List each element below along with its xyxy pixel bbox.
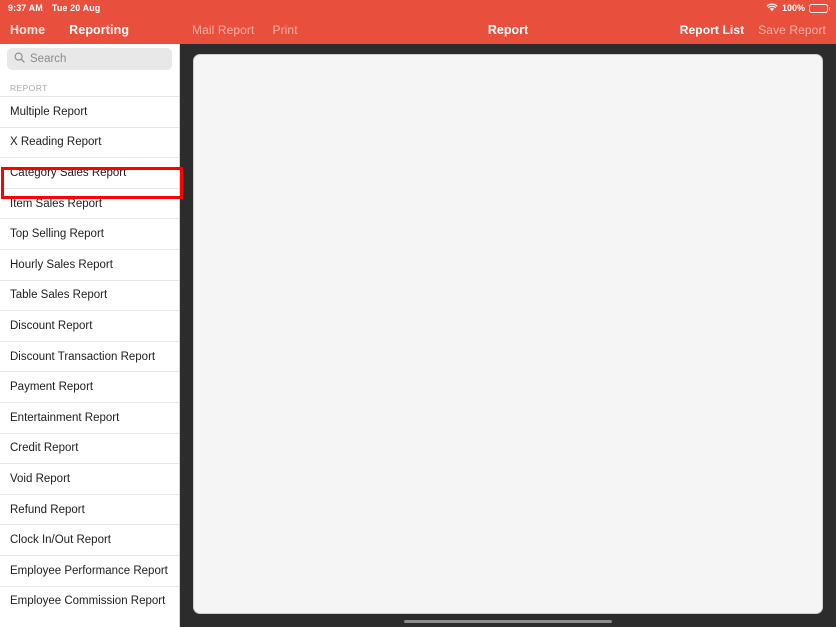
list-item-label: Employee Performance Report (10, 564, 168, 577)
list-item[interactable]: Void Report (0, 463, 179, 494)
print-button[interactable]: Print (272, 23, 297, 37)
list-item[interactable]: Top Selling Report (0, 218, 179, 249)
mail-report-button[interactable]: Mail Report (192, 23, 254, 37)
list-item-label: Top Selling Report (10, 228, 104, 241)
list-item-label: Entertainment Report (10, 411, 120, 424)
list-item-label: X Reading Report (10, 136, 102, 149)
wifi-icon (766, 3, 778, 14)
list-item-label: Clock In/Out Report (10, 534, 111, 547)
nav-reporting-title: Reporting (69, 23, 130, 37)
status-bar: 9:37 AM Tue 20 Aug 100% (0, 0, 836, 16)
list-item-label: Table Sales Report (10, 289, 108, 302)
report-list-button[interactable]: Report List (680, 23, 744, 37)
list-item[interactable]: Payment Report (0, 371, 179, 402)
navigation-bar-left: Home Reporting (0, 16, 180, 44)
status-bar-left: 9:37 AM Tue 20 Aug (8, 3, 100, 13)
list-item[interactable]: Credit Report (0, 432, 179, 464)
list-item[interactable]: Entertainment Report (0, 401, 179, 433)
report-content-panel (193, 54, 823, 614)
list-item-label: Credit Report (10, 442, 79, 455)
status-bar-right: 100% (766, 3, 830, 14)
list-item-label: Discount Report (10, 319, 93, 332)
main-content-area (180, 44, 836, 627)
list-item-category-sales-report[interactable]: Category Sales Report (0, 157, 179, 188)
list-item[interactable]: X Reading Report (0, 126, 179, 158)
list-item[interactable]: Employee Performance Report (0, 554, 179, 586)
list-item-label: Refund Report (10, 503, 85, 516)
nav-toolbar-right-group: Report List Save Report (680, 23, 826, 37)
list-item[interactable]: Table Sales Report (0, 279, 179, 311)
save-report-button[interactable]: Save Report (758, 23, 826, 37)
home-indicator[interactable] (404, 620, 612, 623)
status-time: 9:37 AM (8, 3, 43, 13)
list-item[interactable]: Multiple Report (0, 96, 179, 127)
nav-home-button[interactable]: Home (10, 23, 45, 37)
battery-percent-label: 100% (781, 3, 805, 13)
list-item-label: Payment Report (10, 381, 94, 394)
list-item[interactable]: Employee Commission Report (0, 585, 179, 617)
sidebar: Search REPORT Multiple Report X Reading … (0, 44, 180, 627)
battery-full-icon (809, 3, 830, 13)
list-item-label: Category Sales Report (10, 166, 127, 179)
list-item[interactable]: Clock In/Out Report (0, 524, 179, 555)
navigation-bar-right: Mail Report Print Report Report List Sav… (180, 16, 836, 44)
search-icon (14, 50, 25, 68)
list-item-label: Void Report (10, 472, 71, 485)
search-placeholder: Search (30, 53, 67, 65)
list-item-label: Hourly Sales Report (10, 258, 113, 271)
app-root: 9:37 AM Tue 20 Aug 100% Home Reporting M… (0, 0, 836, 627)
navigation-bar: Home Reporting Mail Report Print Report … (0, 16, 836, 44)
nav-toolbar-left-group: Mail Report Print (192, 23, 298, 37)
list-item[interactable]: Refund Report (0, 493, 179, 525)
list-item-label: Item Sales Report (10, 197, 103, 210)
list-item[interactable]: Hourly Sales Report (0, 248, 179, 280)
status-date: Tue 20 Aug (51, 3, 101, 13)
list-item[interactable]: Discount Transaction Report (0, 340, 179, 372)
list-item[interactable]: Discount Report (0, 310, 179, 341)
search-bar-container: Search (0, 44, 179, 74)
report-list: Multiple Report X Reading Report Categor… (0, 96, 179, 617)
list-item-label: Employee Commission Report (10, 595, 166, 608)
search-input[interactable]: Search (7, 48, 172, 70)
list-item-label: Discount Transaction Report (10, 350, 156, 363)
list-item-label: Multiple Report (10, 105, 88, 118)
sidebar-section-header: REPORT (0, 74, 179, 96)
list-item[interactable]: Item Sales Report (0, 187, 179, 219)
